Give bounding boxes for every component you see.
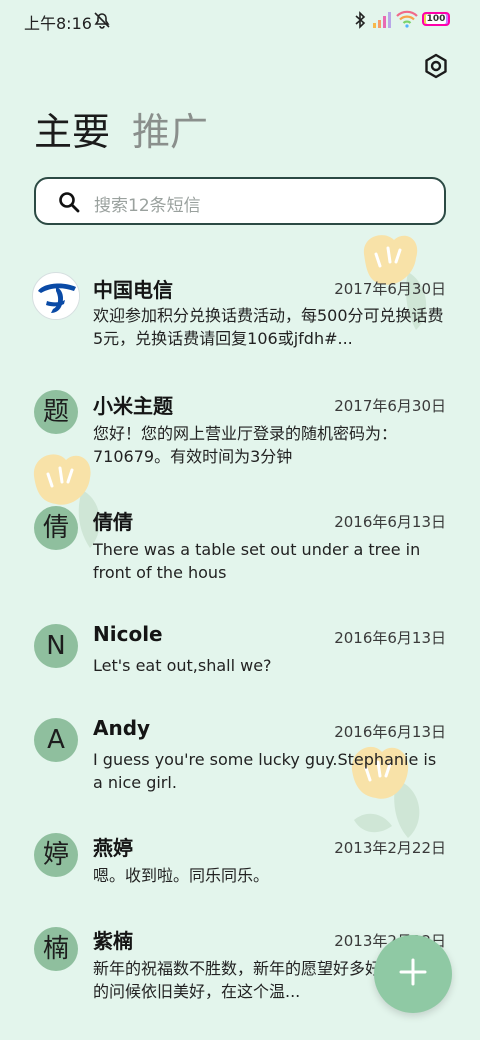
contact-name: 燕婷 <box>93 836 133 860</box>
message-preview: There was a table set out under a tree i… <box>93 540 421 582</box>
new-message-button[interactable] <box>374 935 452 1013</box>
avatar: N <box>34 624 78 668</box>
conversation-row[interactable]: A Andy 2016年6月13日 I guess you're some lu… <box>0 716 480 806</box>
status-bar: 上午8:16 100 <box>0 0 480 40</box>
tab-promo[interactable]: 推广 <box>132 108 208 156</box>
avatar: 倩 <box>34 506 78 550</box>
conversation-row[interactable]: 中国电信 2017年6月30日 欢迎参加积分兑换话费活动，每500分可兑换话费5… <box>0 270 480 360</box>
china-telecom-logo <box>32 272 80 320</box>
battery-level: 100 <box>425 14 447 24</box>
settings-icon <box>423 53 449 83</box>
conversation-row[interactable]: N Nicole 2016年6月13日 Let's eat out,shall … <box>0 622 480 692</box>
message-date: 2016年6月13日 <box>334 629 446 647</box>
wifi-icon <box>396 10 418 32</box>
message-date: 2017年6月30日 <box>334 397 446 415</box>
conversation-row[interactable]: 题 小米主题 2017年6月30日 您好！您的网上营业厅登录的随机密码为：710… <box>0 388 480 478</box>
message-preview: 嗯。收到啦。同乐同乐。 <box>93 866 270 885</box>
signal-icon <box>372 11 392 33</box>
avatar: 题 <box>34 390 78 434</box>
avatar: 楠 <box>34 927 78 971</box>
message-date: 2016年6月13日 <box>334 513 446 531</box>
contact-name: 小米主题 <box>93 394 173 418</box>
bluetooth-icon <box>354 11 366 33</box>
avatar: A <box>34 718 78 762</box>
contact-name: Nicole <box>93 622 163 646</box>
message-date: 2016年6月13日 <box>334 723 446 741</box>
message-preview: 欢迎参加积分兑换话费活动，每500分可兑换话费5元，兑换话费请回复106或jfd… <box>93 306 444 348</box>
message-preview: 您好！您的网上营业厅登录的随机密码为：710679。有效时间为3分钟 <box>93 424 398 466</box>
settings-button[interactable] <box>420 52 452 84</box>
conversation-row[interactable]: 婷 燕婷 2013年2月22日 嗯。收到啦。同乐同乐。 <box>0 831 480 901</box>
plus-icon <box>399 958 427 990</box>
contact-name: Andy <box>93 716 151 740</box>
contact-name: 倩倩 <box>93 510 133 534</box>
avatar: 婷 <box>34 833 78 877</box>
search-icon <box>58 191 80 217</box>
mute-icon <box>92 11 112 33</box>
battery-icon: 100 <box>422 12 450 26</box>
search-placeholder: 搜索12条短信 <box>94 196 201 216</box>
tab-main[interactable]: 主要 <box>34 108 110 156</box>
search-input[interactable]: 搜索12条短信 <box>34 177 446 225</box>
contact-name: 中国电信 <box>93 278 173 302</box>
message-date: 2013年2月22日 <box>334 839 446 857</box>
contact-name: 紫楠 <box>93 929 133 953</box>
conversation-row[interactable]: 倩 倩倩 2016年6月13日 There was a table set ou… <box>0 504 480 594</box>
message-preview: Let's eat out,shall we? <box>93 656 272 675</box>
message-preview: I guess you're some lucky guy.Stephanie … <box>93 750 437 792</box>
message-date: 2017年6月30日 <box>334 280 446 298</box>
status-time: 上午8:16 <box>24 14 92 33</box>
